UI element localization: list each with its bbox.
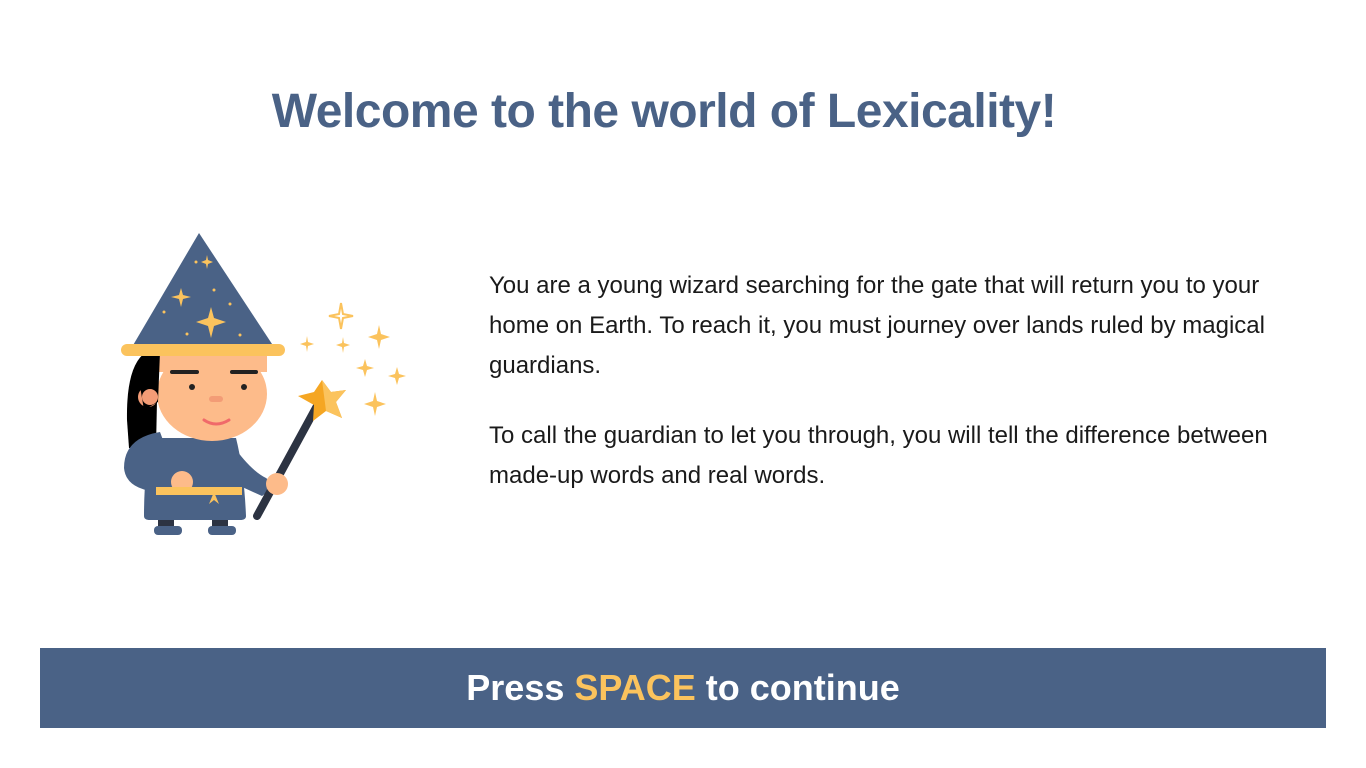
story-text: You are a young wizard searching for the…: [489, 266, 1319, 526]
page-title: Welcome to the world of Lexicality!: [271, 85, 1057, 138]
wizard-illustration: [112, 226, 422, 546]
story-paragraph-1: You are a young wizard searching for the…: [489, 272, 1265, 379]
instruction-screen: Welcome to the world of Lexicality! You …: [0, 0, 1366, 768]
continue-button[interactable]: Press SPACE to continue: [40, 648, 1326, 728]
continue-prefix: Press: [466, 667, 565, 708]
wizard-with-wand-icon: [121, 233, 406, 535]
continue-suffix: to continue: [705, 667, 900, 708]
story-paragraph-2: To call the guardian to let you through,…: [489, 422, 1268, 489]
space-key-label: SPACE: [574, 667, 696, 708]
